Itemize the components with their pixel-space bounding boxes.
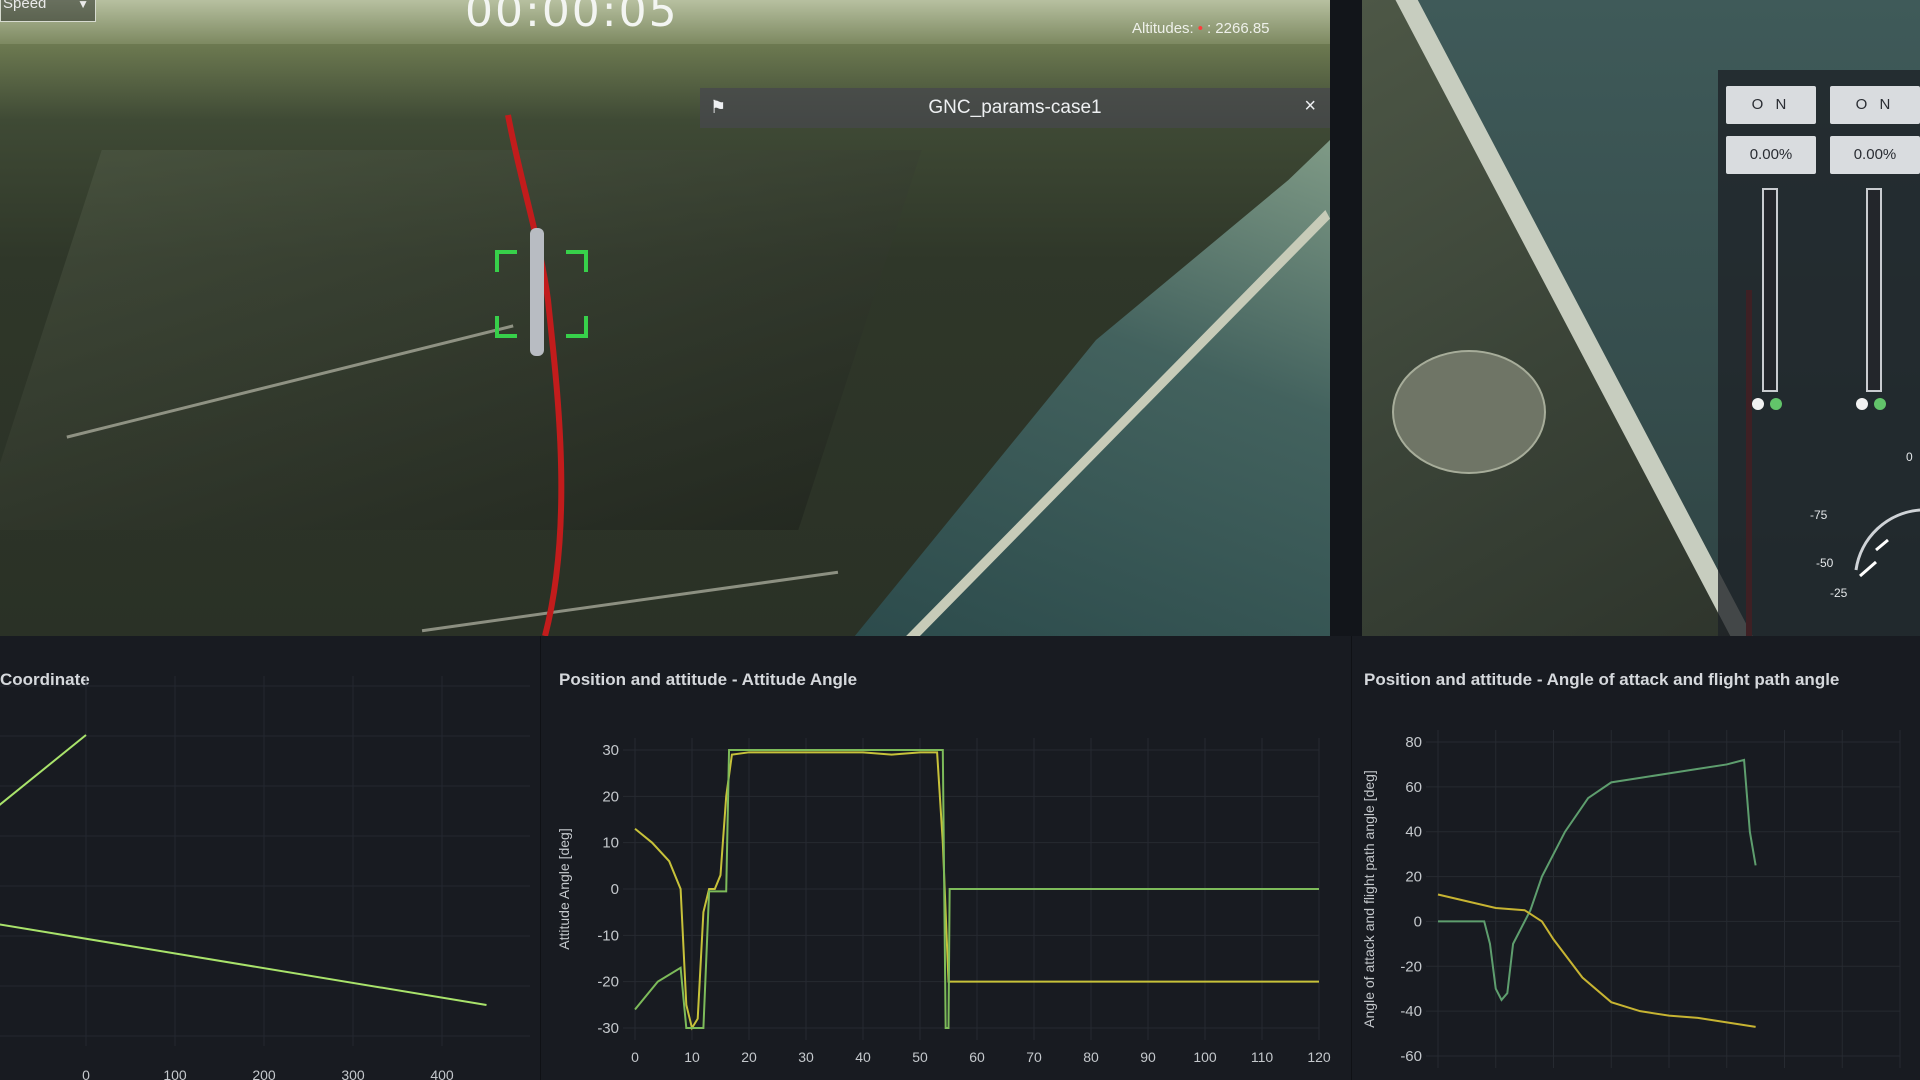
x-tick-label: 90 [1140, 1049, 1156, 1065]
percentage-box-1: 0.00% [1726, 136, 1816, 174]
series-line-1 [1438, 758, 1757, 1002]
altitude-label: Altitudes: [1132, 20, 1194, 37]
y-tick-label: 10 [602, 835, 619, 852]
chevron-down-icon: ▼ [77, 0, 89, 11]
x-tick-label: 100 [1193, 1049, 1217, 1065]
x-tick-label: 40 [855, 1049, 871, 1065]
status-dot-green-1 [1770, 398, 1782, 410]
control-panel: O N O N 0.00% 0.00% -75 -50 -25 0 [1718, 70, 1920, 636]
series-line-1 [0, 734, 87, 806]
y-tick-label: 0 [611, 881, 619, 898]
x-tick-label: 0 [82, 1067, 90, 1080]
y-tick-label: -10 [597, 927, 619, 944]
y-tick-label: 20 [1405, 869, 1422, 886]
status-dot-green-2 [1874, 398, 1886, 410]
x-tick-label: 400 [430, 1067, 454, 1080]
x-tick-label: 300 [341, 1067, 365, 1080]
x-tick-label: 50 [912, 1049, 928, 1065]
level-gauge-1 [1762, 188, 1778, 392]
dial-edge-label: 0 [1906, 450, 1913, 464]
x-tick-label: 60 [969, 1049, 985, 1065]
percentage-box-2: 0.00% [1830, 136, 1920, 174]
status-dot-white-2 [1856, 398, 1868, 410]
rocket-trajectory [505, 114, 565, 636]
x-tick-label: 20 [741, 1049, 757, 1065]
speed-select[interactable]: Speed ▼ [0, 0, 96, 22]
y-tick-label: 40 [1405, 824, 1422, 841]
toggle-button-2[interactable]: O N [1830, 86, 1920, 124]
status-dot-white-1 [1752, 398, 1764, 410]
x-tick-label: 110 [1251, 1049, 1274, 1065]
case-title: GNC_params-case1 [928, 97, 1102, 118]
x-tick-label: 10 [684, 1049, 700, 1065]
coordinate-chart: 0 100 200 300 400 [0, 676, 530, 1080]
attitude-dial [1854, 508, 1920, 578]
case-title-bar: ⚑ GNC_params-case1 × [700, 88, 1330, 128]
aoa-chart: 01020304050607080806040200-20-40-60Angle… [1361, 730, 1908, 1080]
y-tick-label: -60 [1400, 1048, 1422, 1065]
series-line-2 [1437, 893, 1756, 1028]
charts-area: Coordinate 0 100 200 300 400 Position and at… [0, 636, 1920, 1080]
level-gauge-2 [1866, 188, 1882, 392]
x-tick-label: 80 [1083, 1049, 1099, 1065]
main-3d-map-view[interactable]: Speed ▼ 00:00:05 Altitudes: •: 2266.85 ⚑ … [0, 0, 1330, 636]
y-axis-label: Attitude Angle [deg] [556, 828, 572, 949]
launch-pad [1392, 350, 1546, 474]
x-tick-label: 0 [631, 1049, 639, 1065]
y-tick-label: -20 [597, 974, 619, 991]
coordinate-chart-panel: Coordinate 0 100 200 300 400 [0, 636, 541, 1080]
altitude-readout: Altitudes: •: 2266.85 [1132, 20, 1270, 37]
aoa-chart-panel: Position and attitude - Angle of attack … [1352, 636, 1920, 1080]
dial-label-1: -75 [1810, 508, 1828, 522]
toggle-button-1[interactable]: O N [1726, 86, 1816, 124]
y-tick-label: 20 [602, 788, 619, 805]
dial-label-2: -50 [1816, 556, 1834, 570]
x-tick-label: 120 [1307, 1049, 1331, 1065]
attitude-chart: 0 10 20 30 40 50 60 70 80 90 100 110 1203020100-10-2… [556, 738, 1331, 1065]
x-tick-label: 200 [252, 1067, 276, 1080]
altitude-value: : 2266.85 [1206, 20, 1270, 37]
y-tick-label: 60 [1405, 779, 1422, 796]
y-tick-label: 80 [1405, 734, 1422, 751]
x-tick-label: 30 [798, 1049, 814, 1065]
y-tick-label: -40 [1400, 1003, 1422, 1020]
y-tick-label: 0 [1414, 913, 1422, 930]
speed-select-label: Speed [3, 0, 47, 12]
altitude-marker-icon: • [1197, 20, 1203, 37]
close-button[interactable]: × [1304, 95, 1316, 118]
x-tick-label: 100 [163, 1067, 187, 1080]
y-tick-label: -20 [1400, 958, 1422, 975]
y-tick-label: -30 [597, 1020, 619, 1037]
y-axis-label: Angle of attack and flight path angle [d… [1361, 770, 1377, 1028]
y-tick-label: 30 [602, 742, 619, 759]
rocket-body [530, 228, 544, 356]
x-tick-label: 70 [1026, 1049, 1042, 1065]
attitude-chart-panel: Position and attitude - Attitude Angle 0… [541, 636, 1352, 1080]
simulation-timer: 00:00:05 [465, 0, 679, 37]
